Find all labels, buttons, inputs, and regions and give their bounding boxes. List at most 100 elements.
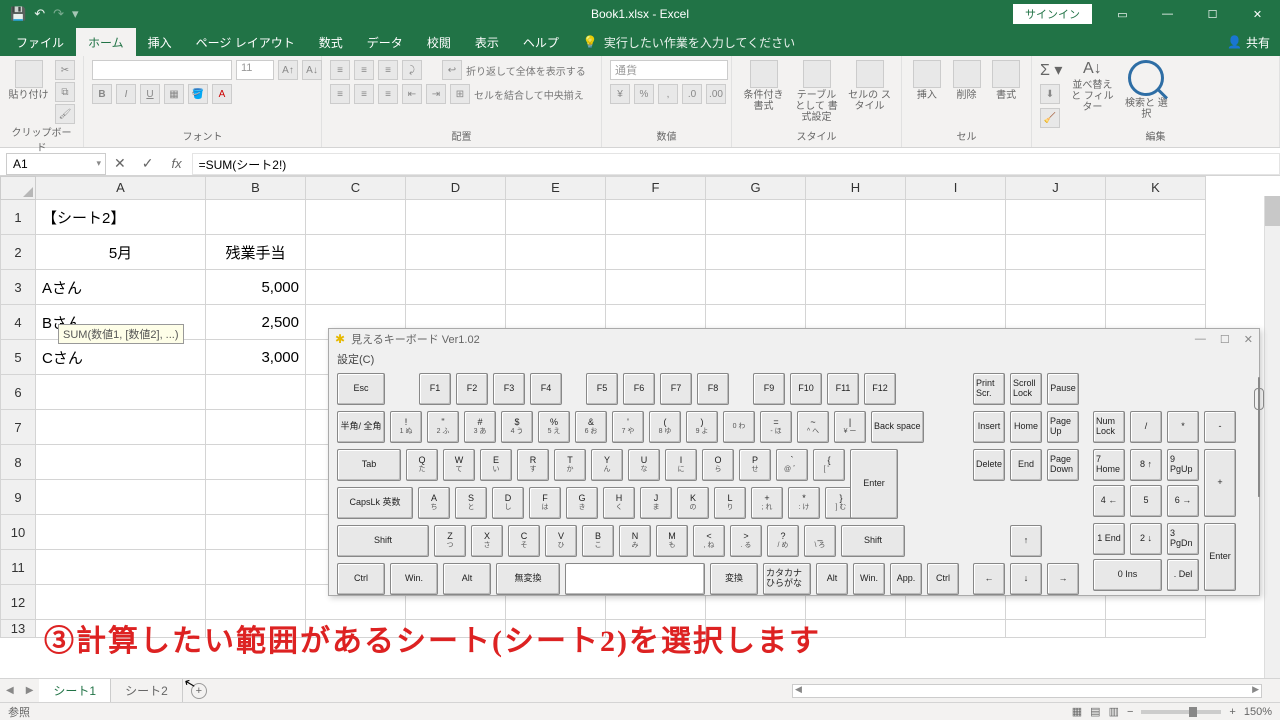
delete-cells-button[interactable]: 削除	[950, 60, 984, 101]
col-J[interactable]: J	[1006, 176, 1106, 200]
key-3[interactable]: #3 あ	[464, 411, 496, 443]
key-lctrl[interactable]: Ctrl	[337, 563, 385, 595]
tab-help[interactable]: ヘルプ	[511, 28, 571, 56]
key-lalt[interactable]: Alt	[443, 563, 491, 595]
key-f9[interactable]: F9	[753, 373, 785, 405]
key-period[interactable]: >. る	[730, 525, 762, 557]
table-format-button[interactable]: テーブルとして 書式設定	[793, 60, 840, 123]
key-f12[interactable]: F12	[864, 373, 896, 405]
paste-button[interactable]: 貼り付け	[8, 60, 49, 101]
zoom-in[interactable]: +	[1229, 706, 1235, 718]
kb-maximize[interactable]: ☐	[1220, 333, 1230, 346]
key-numminus[interactable]: -	[1204, 411, 1236, 443]
key-capslock[interactable]: CapsLk 英数	[337, 487, 413, 519]
sort-filter-button[interactable]: A↓並べ替えと フィルター	[1068, 60, 1116, 113]
view-layout-icon[interactable]: ▤	[1090, 705, 1100, 718]
cell-A1[interactable]: 【シート2】	[36, 200, 206, 235]
font-color-icon[interactable]: A	[212, 84, 232, 104]
key-f5[interactable]: F5	[586, 373, 618, 405]
key-num7[interactable]: 7 Home	[1093, 449, 1125, 481]
key-r[interactable]: Rす	[517, 449, 549, 481]
key-8[interactable]: (8 ゆ	[649, 411, 681, 443]
key-num1[interactable]: 1 End	[1093, 523, 1125, 555]
tab-formulas[interactable]: 数式	[307, 28, 355, 56]
format-cells-button[interactable]: 書式	[989, 60, 1023, 101]
minimize-button[interactable]: —	[1145, 0, 1190, 28]
onscreen-keyboard-window[interactable]: ✱ 見えるキーボード Ver1.02 — ☐ ✕ 設定(C) Esc F1 F2…	[328, 328, 1260, 596]
indent-inc-icon[interactable]: ⇥	[426, 84, 446, 104]
key-lbracket[interactable]: {[ ゜	[813, 449, 845, 481]
key-o[interactable]: Oら	[702, 449, 734, 481]
row-6[interactable]: 6	[0, 375, 36, 410]
key-kana[interactable]: カタカナ ひらがな	[763, 563, 811, 595]
cell-B2[interactable]: 残業手当	[206, 235, 306, 270]
key-p[interactable]: Pせ	[739, 449, 771, 481]
decrease-font-icon[interactable]: A↓	[302, 60, 322, 80]
autosum-icon[interactable]: Σ ▾	[1040, 60, 1062, 80]
format-painter-icon[interactable]: 🖌	[55, 104, 75, 124]
tab-file[interactable]: ファイル	[4, 28, 76, 56]
row-13[interactable]: 13	[0, 620, 36, 638]
key-5[interactable]: %5 え	[538, 411, 570, 443]
key-prtsc[interactable]: Print Scr.	[973, 373, 1005, 405]
key-rwin[interactable]: Win.	[853, 563, 885, 595]
kb-menu-settings[interactable]: 設定(C)	[329, 349, 1259, 369]
tab-review[interactable]: 校閲	[415, 28, 463, 56]
maximize-button[interactable]: ☐	[1190, 0, 1235, 28]
key-num6[interactable]: 6 →	[1167, 485, 1199, 517]
signin-button[interactable]: サインイン	[1013, 4, 1092, 24]
formula-bar[interactable]: =SUM(シート2!)	[192, 153, 1280, 175]
key-right[interactable]: →	[1047, 563, 1079, 595]
sheet-nav-next[interactable]: ▶	[20, 685, 40, 696]
conditional-format-button[interactable]: 条件付き 書式	[740, 60, 787, 112]
number-format-combo[interactable]: 通貨	[610, 60, 728, 80]
key-f10[interactable]: F10	[790, 373, 822, 405]
key-s[interactable]: Sと	[455, 487, 487, 519]
row-1[interactable]: 1	[0, 200, 36, 235]
key-ralt[interactable]: Alt	[816, 563, 848, 595]
key-num8[interactable]: 8 ↑	[1130, 449, 1162, 481]
key-f7[interactable]: F7	[660, 373, 692, 405]
cell-B4[interactable]: 2,500	[206, 305, 306, 340]
col-E[interactable]: E	[506, 176, 606, 200]
row-11[interactable]: 11	[0, 550, 36, 585]
kb-minimize[interactable]: —	[1195, 333, 1206, 346]
key-num9[interactable]: 9 PgUp	[1167, 449, 1199, 481]
key-a[interactable]: Aち	[418, 487, 450, 519]
horizontal-scrollbar[interactable]	[792, 684, 1262, 698]
undo-icon[interactable]: ↶	[34, 6, 45, 22]
col-C[interactable]: C	[306, 176, 406, 200]
key-esc[interactable]: Esc	[337, 373, 385, 405]
key-m[interactable]: Mも	[656, 525, 688, 557]
col-B[interactable]: B	[206, 176, 306, 200]
key-delete[interactable]: Delete	[973, 449, 1005, 481]
key-caret[interactable]: ~^ へ	[797, 411, 829, 443]
ribbon-options-icon[interactable]: ▭	[1100, 0, 1145, 28]
key-rshift[interactable]: Shift	[841, 525, 905, 557]
key-y[interactable]: Yん	[591, 449, 623, 481]
wrap-text-icon[interactable]: ↩	[442, 60, 462, 80]
row-7[interactable]: 7	[0, 410, 36, 445]
comma-icon[interactable]: ,	[658, 84, 678, 104]
view-normal-icon[interactable]: ▦	[1072, 705, 1082, 718]
key-colon[interactable]: *: け	[788, 487, 820, 519]
key-num3[interactable]: 3 PgDn	[1167, 523, 1199, 555]
cell-A2[interactable]: 5月	[36, 235, 206, 270]
key-x[interactable]: Xさ	[471, 525, 503, 557]
increase-font-icon[interactable]: A↑	[278, 60, 298, 80]
key-b[interactable]: Bこ	[582, 525, 614, 557]
key-numdiv[interactable]: /	[1130, 411, 1162, 443]
key-pause[interactable]: Pause	[1047, 373, 1079, 405]
dec-decimal-icon[interactable]: .00	[706, 84, 726, 104]
cell-A5[interactable]: Cさん	[36, 340, 206, 375]
key-end[interactable]: End	[1010, 449, 1042, 481]
key-f4[interactable]: F4	[530, 373, 562, 405]
zoom-slider[interactable]	[1141, 710, 1221, 714]
align-middle-icon[interactable]: ≡	[354, 60, 374, 80]
row-8[interactable]: 8	[0, 445, 36, 480]
tell-me[interactable]: 実行したい作業を入力してください	[604, 34, 795, 51]
align-right-icon[interactable]: ≡	[378, 84, 398, 104]
key-q[interactable]: Qた	[406, 449, 438, 481]
accounting-icon[interactable]: ¥	[610, 84, 630, 104]
key-lwin[interactable]: Win.	[390, 563, 438, 595]
